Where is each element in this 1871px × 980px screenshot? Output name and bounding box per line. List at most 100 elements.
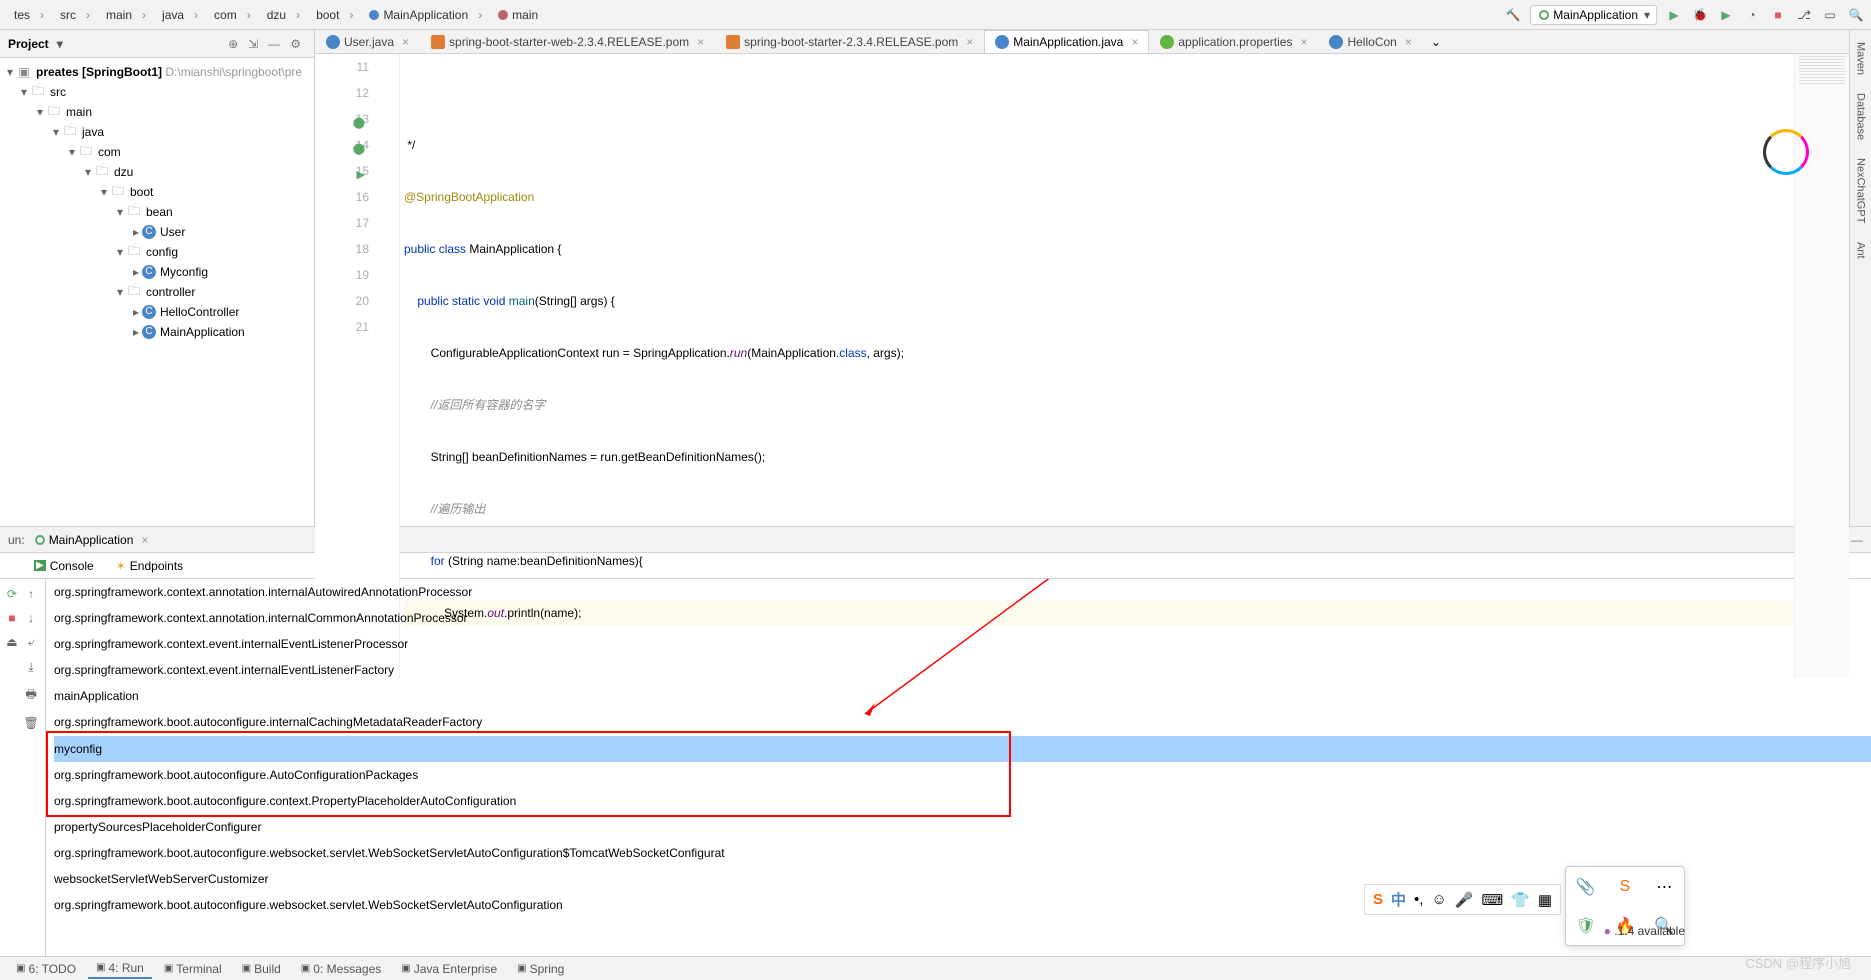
status-bar-button[interactable]: ▣6: TODO [8, 960, 84, 978]
plugin-badge-icon[interactable] [1763, 129, 1809, 175]
ime-skin-icon[interactable]: 👕 [1511, 891, 1530, 909]
run-config-name: MainApplication [1553, 8, 1638, 22]
rerun-icon[interactable]: ⟳ [7, 587, 17, 601]
status-bar-button[interactable]: ▣Java Enterprise [393, 960, 505, 978]
tree-node[interactable]: ▸CMainApplication [4, 322, 314, 342]
status-bar: ▣6: TODO▣4: Run▣Terminal▣Build▣0: Messag… [0, 956, 1871, 980]
tool-window-button[interactable]: NexChatGPT [1855, 158, 1867, 223]
close-icon[interactable]: × [141, 533, 148, 547]
scroll-icon[interactable]: ⤓ [29, 660, 34, 675]
coverage-icon[interactable]: ▶ [1717, 6, 1735, 24]
delete-icon[interactable]: 🗑 [24, 716, 39, 730]
close-icon[interactable]: × [1131, 35, 1138, 49]
collapse-icon[interactable]: — [263, 37, 285, 51]
editor-tab[interactable]: MainApplication.java× [984, 30, 1149, 53]
project-tool-window: Project ⊕ ⇲ — ⚙ ▾▣ preates [SpringBoot1]… [0, 30, 315, 526]
print-icon[interactable]: 🖶 [26, 685, 37, 706]
stop-icon[interactable]: ■ [8, 611, 15, 625]
exit-icon[interactable]: ⏏ [6, 635, 17, 649]
breadcrumb-item[interactable]: src [52, 6, 98, 24]
editor-tab[interactable]: spring-boot-starter-web-2.3.4.RELEASE.po… [420, 30, 715, 53]
layout-icon[interactable]: ▭ [1821, 6, 1839, 24]
run-icon[interactable]: ▶ [1665, 6, 1683, 24]
endpoints-tab[interactable]: ✶Endpoints [112, 557, 187, 575]
breadcrumb-item[interactable]: com [206, 6, 259, 24]
debug-icon[interactable]: 🐞 [1691, 6, 1709, 24]
endpoints-icon: ✶ [116, 559, 126, 573]
console-icon: ▶ [34, 560, 46, 571]
wrap-icon[interactable]: ⤶ [28, 635, 35, 650]
status-bar-button[interactable]: ▣Terminal [156, 960, 230, 978]
breadcrumb-item[interactable]: dzu [259, 6, 308, 24]
settings-icon[interactable]: ⚙ [285, 37, 306, 51]
update-notice[interactable]: ● .1.4 available [1604, 924, 1685, 938]
tool-window-button[interactable]: Database [1855, 93, 1867, 140]
close-icon[interactable]: × [1405, 35, 1412, 49]
project-tree[interactable]: ▾▣ preates [SpringBoot1] D:\mianshi\spri… [0, 58, 314, 526]
tool-window-button[interactable]: Ant [1855, 242, 1867, 259]
shield-icon[interactable]: 🛡 [1576, 916, 1596, 936]
breadcrumb-item[interactable]: tes [6, 6, 52, 24]
editor-tab[interactable]: HelloCon× [1318, 30, 1422, 53]
status-bar-button[interactable]: ▣0: Messages [293, 960, 390, 978]
run-tab-icon [35, 535, 45, 545]
ime-toolbar[interactable]: S 中 •, ☺ 🎤 ⌨ 👕 ▦ [1364, 884, 1561, 915]
tree-node[interactable]: ▾🗀main [4, 102, 314, 122]
minimize-icon[interactable]: — [1851, 533, 1863, 547]
ime-mic-icon[interactable]: 🎤 [1455, 891, 1474, 909]
breadcrumb-item[interactable]: MainApplication [361, 6, 490, 24]
tree-node[interactable]: ▸CUser [4, 222, 314, 242]
tree-node[interactable]: ▸CMyconfig [4, 262, 314, 282]
select-opened-icon[interactable]: ⊕ [223, 37, 243, 51]
stop-icon[interactable]: ■ [1769, 6, 1787, 24]
run-tab[interactable]: MainApplication × [35, 533, 149, 547]
tabs-dropdown-icon[interactable]: ⌄ [1423, 31, 1449, 53]
breadcrumb-item[interactable]: java [154, 6, 206, 24]
project-view-selector[interactable]: Project [8, 37, 63, 51]
run-config-selector[interactable]: MainApplication [1530, 5, 1657, 25]
expand-icon[interactable]: ⇲ [243, 37, 263, 51]
clip-icon[interactable]: 📎 [1576, 877, 1596, 897]
sogou-tray-icon[interactable]: S [1620, 878, 1631, 896]
status-bar-button[interactable]: ▣4: Run [88, 959, 152, 979]
editor-tab[interactable]: User.java× [315, 30, 420, 53]
tree-node[interactable]: ▾🗀com [4, 142, 314, 162]
tree-node[interactable]: ▾🗀controller [4, 282, 314, 302]
ime-keyboard-icon[interactable]: ⌨ [1481, 891, 1503, 909]
editor-tab[interactable]: application.properties× [1149, 30, 1318, 53]
editor-tab[interactable]: spring-boot-starter-2.3.4.RELEASE.pom× [715, 30, 984, 53]
status-bar-button[interactable]: ▣Spring [509, 960, 572, 978]
breadcrumb-item[interactable]: main [98, 6, 154, 24]
tree-node[interactable]: ▾🗀src [4, 82, 314, 102]
close-icon[interactable]: × [697, 35, 704, 49]
search-icon[interactable]: 🔍 [1847, 6, 1865, 24]
tree-node[interactable]: ▾🗀java [4, 122, 314, 142]
tree-node[interactable]: ▾🗀bean [4, 202, 314, 222]
build-icon[interactable]: 🔨 [1504, 6, 1522, 24]
ime-punct-icon[interactable]: •, [1414, 891, 1423, 908]
ime-tool-icon[interactable]: ▦ [1538, 891, 1552, 909]
tree-node[interactable]: ▸CHelloController [4, 302, 314, 322]
profile-icon[interactable]: ◔ [1743, 6, 1761, 24]
breadcrumb-item[interactable]: main [490, 6, 556, 24]
status-bar-button[interactable]: ▣Build [234, 960, 289, 978]
close-icon[interactable]: × [1300, 35, 1307, 49]
right-tool-stripe: Maven Database NexChatGPT Ant [1849, 30, 1871, 526]
console-tab[interactable]: ▶Console [30, 557, 98, 575]
breadcrumb-item[interactable]: boot [308, 6, 361, 24]
git-icon[interactable]: ⎇ [1795, 6, 1813, 24]
run-config-icon [1539, 10, 1549, 20]
tree-node[interactable]: ▾🗀dzu [4, 162, 314, 182]
tree-node[interactable]: ▾🗀config [4, 242, 314, 262]
close-icon[interactable]: × [402, 35, 409, 49]
close-icon[interactable]: × [966, 35, 973, 49]
down-icon[interactable]: ↓ [28, 611, 34, 625]
tool-window-button[interactable]: Maven [1855, 42, 1867, 75]
more-icon[interactable]: ⋯ [1656, 877, 1672, 897]
ime-lang[interactable]: 中 [1391, 889, 1406, 910]
up-icon[interactable]: ↑ [28, 587, 34, 601]
project-root-path: D:\mianshi\springboot\pre [165, 65, 302, 79]
ime-emoji-icon[interactable]: ☺ [1431, 891, 1446, 908]
tree-node[interactable]: ▾🗀boot [4, 182, 314, 202]
navigation-bar: tessrcmainjavacomdzuboot MainApplication… [0, 0, 1871, 30]
